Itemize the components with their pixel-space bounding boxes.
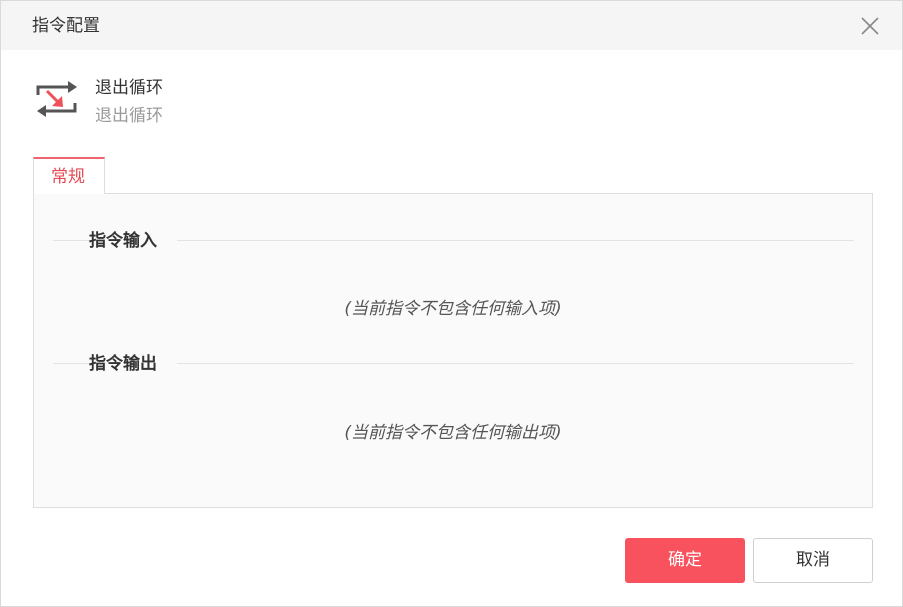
cancel-button[interactable]: 取消 bbox=[753, 538, 873, 583]
input-empty-note: (当前指令不包含任何输入项) bbox=[344, 299, 562, 319]
tab-label: 常规 bbox=[51, 167, 85, 187]
command-config-dialog: 指令配置 退出循环 退出循环 常规 指令输入 (当前指令不包含任何输入项) 指令… bbox=[0, 0, 903, 607]
dialog-title: 指令配置 bbox=[32, 16, 100, 36]
output-empty-note: (当前指令不包含任何输出项) bbox=[344, 423, 562, 443]
command-description: 退出循环 bbox=[95, 106, 163, 126]
loop-exit-icon bbox=[35, 79, 79, 119]
confirm-button[interactable]: 确定 bbox=[625, 538, 745, 583]
section-divider bbox=[177, 363, 854, 364]
output-section-title: 指令输出 bbox=[89, 354, 157, 374]
close-icon[interactable] bbox=[857, 13, 883, 39]
command-name: 退出循环 bbox=[95, 78, 163, 98]
tab-panel-general: 指令输入 (当前指令不包含任何输入项) 指令输出 (当前指令不包含任何输出项) bbox=[33, 193, 873, 508]
section-divider bbox=[177, 240, 854, 241]
input-section-title: 指令输入 bbox=[89, 231, 157, 251]
dialog-header: 指令配置 bbox=[1, 1, 902, 50]
tab-general[interactable]: 常规 bbox=[33, 157, 105, 194]
